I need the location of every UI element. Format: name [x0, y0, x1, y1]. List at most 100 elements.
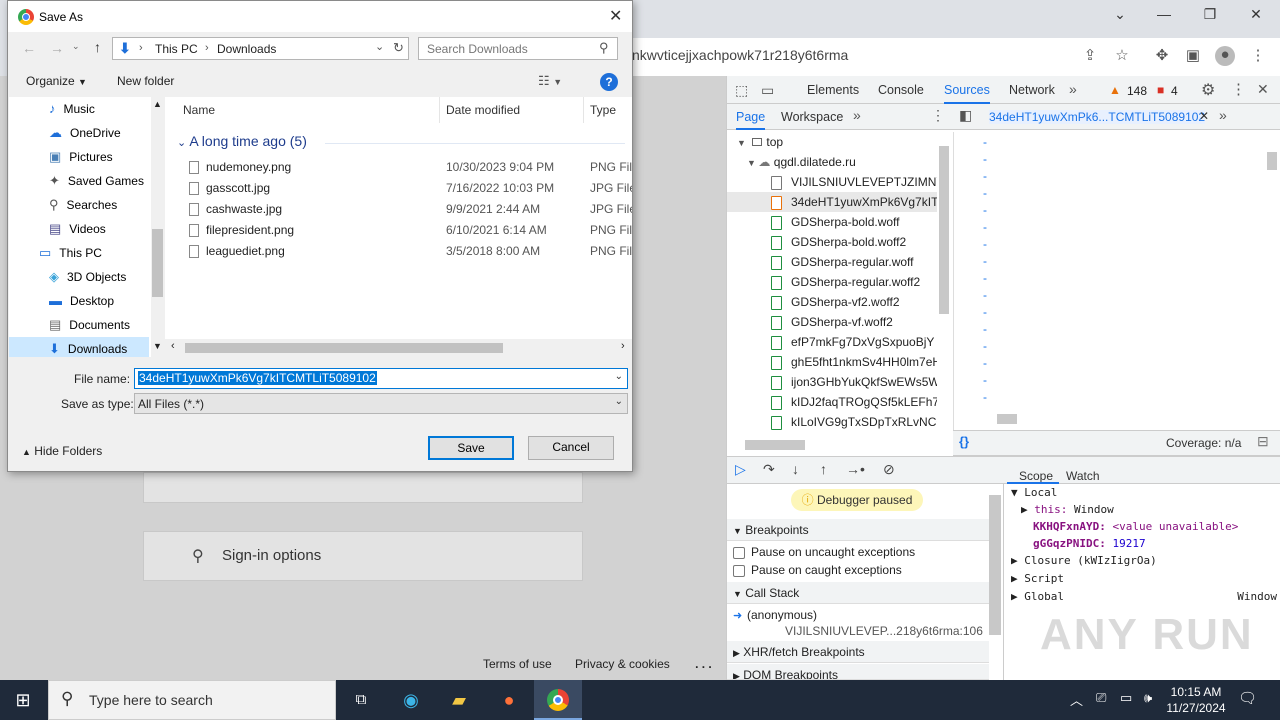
volume-icon[interactable]: 🕪: [1144, 690, 1152, 706]
dialog-close-icon[interactable]: ✕: [609, 6, 622, 26]
file-list-hscrollbar[interactable]: ‹ ›: [165, 339, 632, 357]
cancel-button[interactable]: Cancel: [528, 436, 614, 460]
save-type-dropdown-icon[interactable]: ⌄: [615, 396, 623, 407]
task-view-icon[interactable]: ⧉: [348, 688, 374, 712]
error-icon[interactable]: ■: [1157, 83, 1164, 97]
save-type-select[interactable]: All Files (*.*) ⌄: [134, 393, 628, 414]
scope-local[interactable]: ▼ Local: [1011, 486, 1280, 503]
tree-file-item[interactable]: kIDJ2faqTROgQSf5kLEFh7F: [727, 392, 937, 412]
nav-item[interactable]: ▤ Documents: [9, 313, 149, 337]
devtools-menu-icon[interactable]: ⋮: [1231, 80, 1246, 98]
more-files-icon[interactable]: »: [1219, 107, 1227, 123]
tree-domain[interactable]: ▼ ☁ qgdl.dilatede.ru: [727, 152, 937, 172]
nav-item[interactable]: ✦ Saved Games: [9, 169, 149, 193]
file-row[interactable]: nudemoney.png 10/30/2023 9:04 PM PNG File: [189, 157, 632, 178]
menu-kebab-icon[interactable]: ⋮: [1248, 46, 1268, 66]
warning-icon[interactable]: ▲: [1109, 83, 1121, 97]
nav-item[interactable]: ▤ Videos: [9, 217, 149, 241]
column-date-modified[interactable]: Date modified: [446, 103, 520, 117]
scope-var-1[interactable]: KKHQFxnAYD: <value unavailable>: [1011, 520, 1280, 537]
windows-start-icon[interactable]: ⊞: [10, 688, 36, 712]
new-folder-button[interactable]: New folder: [117, 74, 174, 88]
tree-file-item[interactable]: GDSherpa-regular.woff: [727, 252, 937, 272]
tree-file-item[interactable]: GDSherpa-bold.woff: [727, 212, 937, 232]
call-stack-section[interactable]: ▼ Call Stack: [727, 582, 989, 604]
taskbar-chrome-active[interactable]: [534, 680, 582, 720]
tree-file-item[interactable]: 34deHT1yuwXmPk6Vg7kITC: [727, 192, 937, 212]
nav-item[interactable]: ⬇ Downloads: [9, 337, 149, 357]
save-button[interactable]: Save: [428, 436, 514, 460]
privacy-link[interactable]: Privacy & cookies: [575, 657, 670, 671]
settings-gear-icon[interactable]: ⚙: [1201, 80, 1215, 100]
hide-folders-toggle[interactable]: ▲ Hide Folders: [22, 444, 102, 458]
tree-file-item[interactable]: GDSherpa-vf2.woff2: [727, 292, 937, 312]
call-frame-location[interactable]: VIJILSNIUVLEVEP...218y6t6rma:106: [785, 624, 983, 638]
xhr-breakpoints-section[interactable]: ▶ XHR/fetch Breakpoints: [727, 641, 989, 663]
pretty-print-icon[interactable]: {}: [959, 434, 969, 449]
search-downloads-field[interactable]: Search Downloads ⚲: [418, 37, 618, 60]
chevron-down-icon[interactable]: ⌄: [1108, 6, 1132, 24]
bookmark-star-icon[interactable]: ☆: [1112, 46, 1132, 66]
firefox-icon[interactable]: ●: [496, 688, 522, 712]
file-row[interactable]: filepresident.png 6/10/2021 6:14 AM PNG Fi…: [189, 220, 632, 241]
code-editor[interactable]: - - - - - - - - - - - - - - - -: [983, 134, 1243, 406]
up-arrow-icon[interactable]: ↑: [94, 39, 101, 55]
nav-scrollbar[interactable]: ▲ ▼: [151, 97, 164, 357]
signin-options-button[interactable]: ⚲ Sign-in options: [143, 531, 583, 581]
tree-file-item[interactable]: GDSherpa-bold.woff2: [727, 232, 937, 252]
close-window-icon[interactable]: ✕: [1244, 6, 1268, 24]
view-options-icon[interactable]: ☷ ▼: [538, 73, 562, 89]
tree-file-item[interactable]: GDSherpa-regular.woff2: [727, 272, 937, 292]
nav-item[interactable]: ◈ 3D Objects: [9, 265, 149, 289]
tree-file-item[interactable]: efP7mkFg7DxVgSxpuoBjY: [727, 332, 937, 352]
sidepanel-icon[interactable]: ▣: [1183, 46, 1203, 66]
deactivate-breakpoints-icon[interactable]: ⊘: [883, 461, 895, 478]
edge-icon[interactable]: ◉: [398, 688, 424, 712]
dom-breakpoints-section[interactable]: ▶ DOM Breakpoints: [727, 664, 989, 680]
resume-icon[interactable]: ▷: [735, 461, 746, 478]
nav-item[interactable]: ♪ Music: [9, 97, 149, 121]
nav-item[interactable]: ▣ Pictures: [9, 145, 149, 169]
nav-item[interactable]: ☁ OneDrive: [9, 121, 149, 145]
file-row[interactable]: gasscott.jpg 7/16/2022 10:03 PM JPG File: [189, 178, 632, 199]
breadcrumb-downloads[interactable]: Downloads: [217, 42, 276, 56]
pause-uncaught-option[interactable]: Pause on uncaught exceptions: [733, 545, 915, 559]
address-bar-url[interactable]: nkwvticejjxachpowk71r218y6t6rma: [632, 47, 848, 63]
forward-arrow-icon[interactable]: →: [50, 40, 64, 56]
scope-var-2[interactable]: gGGqzPNIDC: 19217: [1011, 537, 1280, 554]
profile-avatar-icon[interactable]: ●: [1215, 46, 1235, 66]
editor-hscrollbar[interactable]: [997, 414, 1017, 424]
scope-global[interactable]: ▶ Global Window: [1011, 590, 1280, 608]
scope-script[interactable]: ▶ Script: [1011, 572, 1280, 590]
tree-hscrollbar[interactable]: [745, 440, 805, 450]
taskbar-search-box[interactable]: ⚲ Type here to search: [48, 680, 336, 720]
breakpoints-section[interactable]: ▼ Breakpoints: [727, 519, 989, 541]
group-header[interactable]: ⌄ A long time ago (5): [177, 133, 307, 149]
pause-caught-option[interactable]: Pause on caught exceptions: [733, 563, 902, 577]
debugger-scrollbar[interactable]: [989, 495, 1001, 635]
tab-sources[interactable]: Sources: [944, 83, 990, 104]
nav-item[interactable]: ⚲ Searches: [9, 193, 149, 217]
file-explorer-icon[interactable]: ▰: [446, 688, 472, 712]
tree-file-item[interactable]: kILoIVG9gTxSDpTxRLvNCQ2: [727, 412, 937, 430]
network-icon[interactable]: ▭: [1120, 690, 1132, 706]
tab-console[interactable]: Console: [878, 83, 924, 97]
step-over-icon[interactable]: ↷: [763, 461, 775, 478]
coverage-icon[interactable]: ⊟: [1257, 433, 1269, 450]
tree-file-item[interactable]: GDSherpa-vf.woff2: [727, 312, 937, 332]
refresh-icon[interactable]: ↻: [393, 40, 404, 56]
scope-closure[interactable]: ▶ Closure (kWIzIigrOa): [1011, 554, 1280, 572]
help-icon[interactable]: ?: [600, 73, 618, 91]
extensions-icon[interactable]: ✥: [1152, 46, 1172, 66]
more-nav-tabs-icon[interactable]: »: [853, 107, 861, 123]
file-row[interactable]: cashwaste.jpg 9/9/2021 2:44 AM JPG File: [189, 199, 632, 220]
taskbar-clock[interactable]: 10:15 AM 11/27/2024: [1166, 684, 1226, 716]
file-row[interactable]: leaguediet.png 3/5/2018 8:00 AM PNG File: [189, 241, 632, 262]
tree-scrollbar[interactable]: [939, 146, 949, 314]
page-button-partial[interactable]: [143, 472, 583, 503]
tree-file-item[interactable]: VIJILSNIUVLEVEPTJZIMNYK: [727, 172, 937, 192]
step-icon[interactable]: →•: [846, 461, 865, 477]
tree-file-item[interactable]: ijon3GHbYukQkfSwEWs5W: [727, 372, 937, 392]
nav-tab-page[interactable]: Page: [736, 110, 766, 130]
step-into-icon[interactable]: ↓: [792, 461, 799, 477]
